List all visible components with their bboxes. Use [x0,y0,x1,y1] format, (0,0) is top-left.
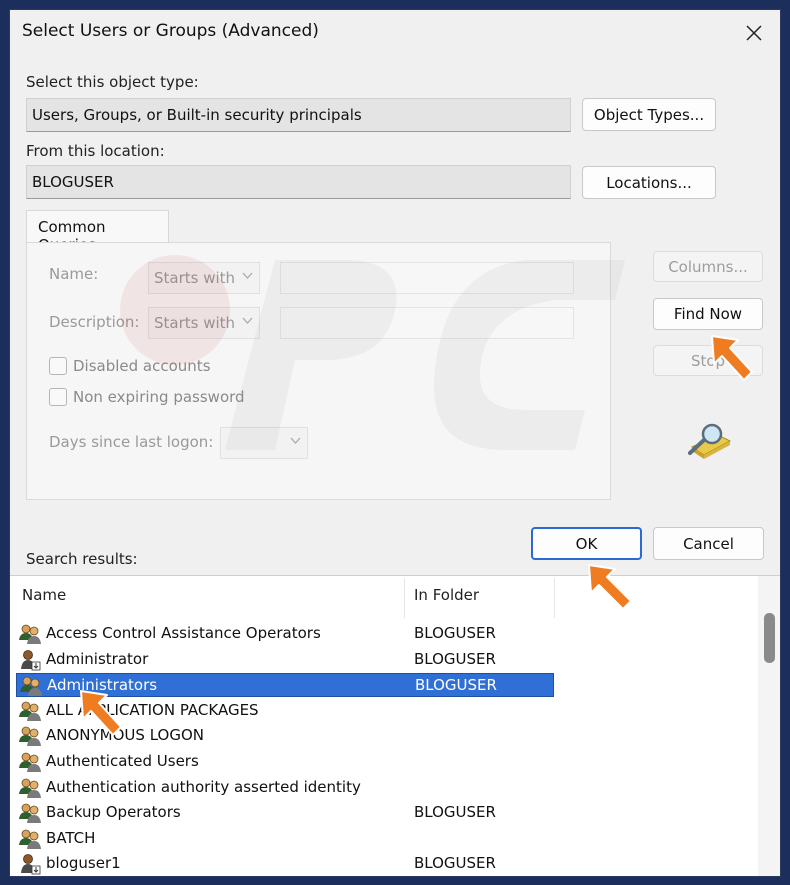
title-bar: Select Users or Groups (Advanced) [10,10,780,56]
close-button[interactable] [736,16,772,50]
search-results-label: Search results: [26,550,138,568]
ok-button[interactable]: OK [531,527,642,560]
location-field: BLOGUSER [26,165,571,199]
table-row[interactable]: BATCH [16,827,554,851]
arrow-pointer-icon [588,564,632,610]
row-folder: BLOGUSER [414,649,496,668]
arrow-pointer-icon [80,690,122,736]
locations-button[interactable]: Locations... [582,166,716,199]
search-results-list[interactable]: Name In Folder Access Control Assistance… [10,575,780,876]
row-folder: BLOGUSER [414,854,496,873]
search-directory-icon [688,423,732,459]
row-name: Access Control Assistance Operators [46,624,321,642]
name-mode-select[interactable]: Starts with [148,262,260,294]
name-mode-value: Starts with [154,269,236,287]
row-folder: BLOGUSER [415,676,497,695]
group-icon [18,725,42,747]
column-header-name[interactable]: Name [22,586,66,604]
group-icon [18,828,42,850]
row-folder: BLOGUSER [414,803,496,822]
row-name: Authentication authority asserted identi… [46,777,361,796]
row-folder: BLOGUSER [414,624,496,642]
disabled-accounts-label: Disabled accounts [73,357,211,375]
object-types-button[interactable]: Object Types... [582,98,716,131]
table-row[interactable]: bloguser1 BLOGUSER [16,852,554,876]
row-name: Administrator [46,649,149,668]
row-name: Backup Operators [46,803,181,822]
description-mode-value: Starts with [154,314,236,332]
group-icon [18,623,42,645]
chevron-down-icon [242,272,253,279]
table-row[interactable]: Access Control Assistance Operators BLOGU… [16,622,554,646]
description-mode-select[interactable]: Starts with [148,307,260,339]
row-name: Authenticated Users [46,752,199,770]
find-now-button[interactable]: Find Now [653,298,763,330]
description-input[interactable] [280,307,574,339]
name-label: Name: [49,265,99,283]
cancel-button[interactable]: Cancel [653,527,764,560]
dialog-title: Select Users or Groups (Advanced) [22,21,319,41]
user-icon [18,649,42,671]
columns-button[interactable]: Columns... [653,251,763,282]
group-icon [19,675,43,697]
close-icon [746,25,762,41]
non-expiring-password-label: Non expiring password [73,388,245,406]
row-name: BATCH [46,828,96,847]
group-icon [18,751,42,773]
table-row[interactable]: Authentication authority asserted identi… [16,776,554,800]
location-label: From this location: [26,142,165,160]
tab-common-queries[interactable]: Common Queries [26,210,169,254]
table-row[interactable]: Authenticated Users [16,750,554,774]
group-icon [18,700,42,722]
column-divider[interactable] [404,578,405,618]
table-row[interactable]: Administrator BLOGUSER [16,648,554,672]
scrollbar-thumb[interactable] [764,613,775,663]
days-since-logon-label: Days since last logon: [49,433,214,451]
row-name: bloguser1 [46,854,121,873]
name-input[interactable] [280,262,574,294]
column-divider[interactable] [554,578,555,618]
select-users-dialog: Select Users or Groups (Advanced) Select… [9,9,781,877]
user-icon [18,853,42,875]
arrow-pointer-icon [711,335,753,381]
vertical-scrollbar[interactable] [758,576,780,876]
table-row[interactable]: Backup Operators BLOGUSER [16,801,554,825]
disabled-accounts-checkbox[interactable] [49,357,67,375]
group-icon [18,777,42,799]
group-icon [18,802,42,824]
chevron-down-icon [290,437,301,444]
non-expiring-password-checkbox[interactable] [49,388,67,406]
description-label: Description: [49,313,140,331]
common-queries-panel: Name: Starts with Description: Starts wi… [26,242,611,500]
object-type-label: Select this object type: [26,73,199,91]
object-type-field: Users, Groups, or Built-in security prin… [26,98,571,132]
days-since-logon-select[interactable] [220,427,308,459]
chevron-down-icon [242,317,253,324]
column-header-in-folder[interactable]: In Folder [414,586,479,604]
